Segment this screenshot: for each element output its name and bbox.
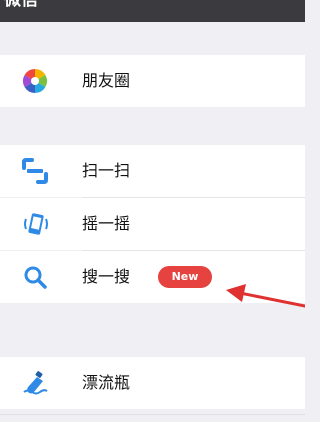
menu-item-label: 搜一搜 [82,267,131,286]
new-badge: New [158,266,212,288]
menu-item-scan[interactable]: 扫一扫 [0,145,305,197]
moments-icon [22,68,48,94]
scan-icon [22,158,48,184]
shake-icon [22,211,48,237]
divider [0,414,305,415]
page-title: 微信 [4,0,38,10]
top-bar: 微信 [0,0,305,22]
menu-item-moments[interactable]: 朋友圈 [0,55,305,107]
arrow-annotation-icon [226,284,305,308]
menu-item-shake[interactable]: 摇一摇 [0,198,305,250]
menu-item-drift-bottle[interactable]: 漂流瓶 [0,357,305,409]
drift-bottle-icon [22,370,48,396]
search-icon [22,264,48,290]
menu-item-label: 摇一摇 [82,214,131,233]
menu-item-label: 漂流瓶 [82,373,131,392]
menu-item-label: 朋友圈 [82,71,131,90]
menu-item-label: 扫一扫 [82,161,131,180]
